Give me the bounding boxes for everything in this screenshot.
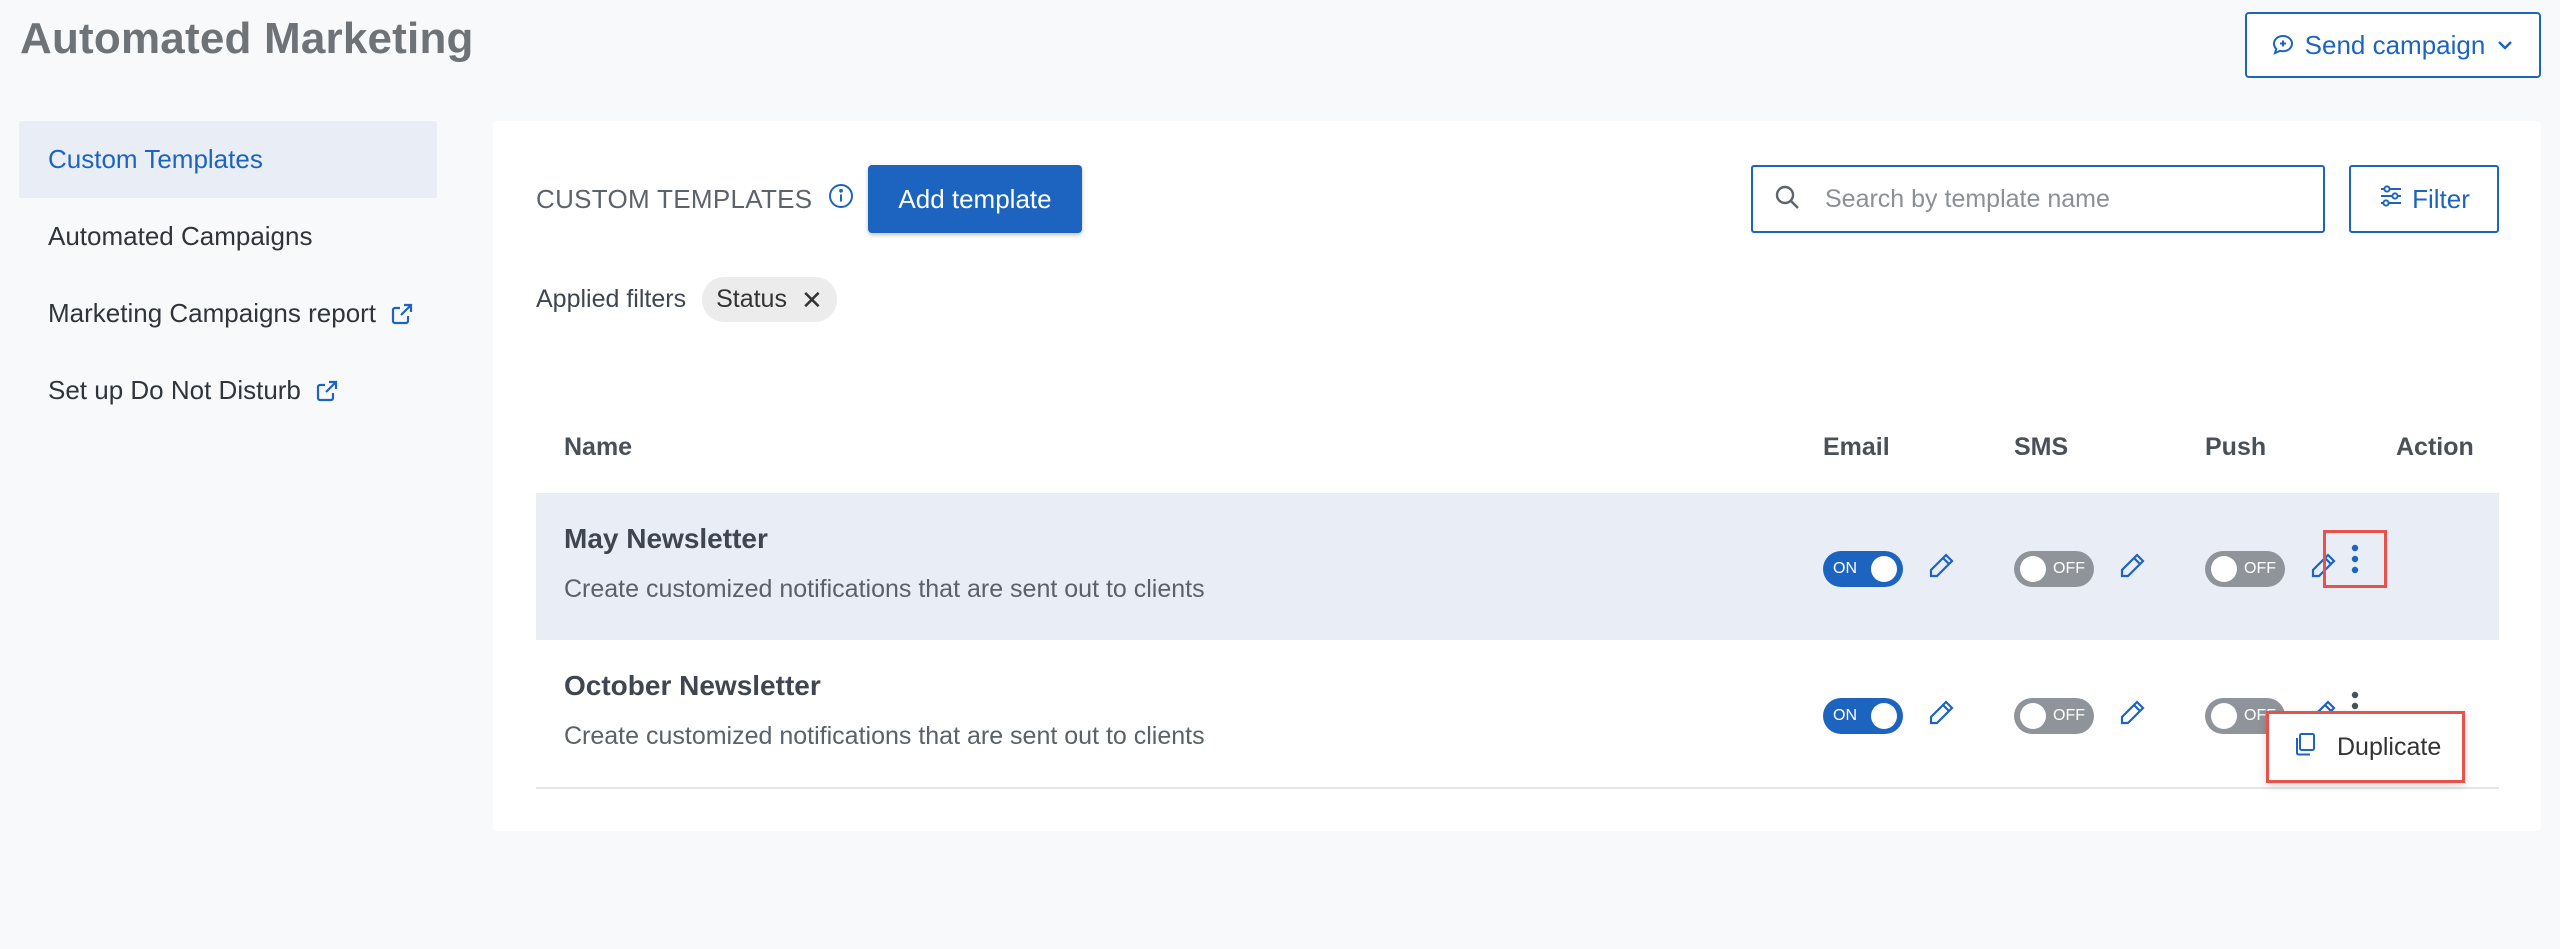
sidebar-item-automated-campaigns[interactable]: Automated Campaigns xyxy=(19,198,437,275)
filter-label: Filter xyxy=(2412,183,2470,214)
sidebar-item-label: Set up Do Not Disturb xyxy=(48,375,301,405)
toggle-label: ON xyxy=(1833,560,1857,577)
sidebar: Custom Templates Automated Campaigns Mar… xyxy=(19,121,437,429)
more-actions-icon[interactable] xyxy=(2323,530,2387,588)
template-name: May Newsletter xyxy=(564,523,768,554)
section-header: CUSTOM TEMPLATES xyxy=(536,183,854,216)
sidebar-item-do-not-disturb[interactable]: Set up Do Not Disturb xyxy=(19,352,437,429)
edit-email-pencil-icon[interactable] xyxy=(1926,551,1956,586)
toggle-label: OFF xyxy=(2053,707,2085,724)
sidebar-item-custom-templates[interactable]: Custom Templates xyxy=(19,121,437,198)
search-field[interactable] xyxy=(1751,165,2325,233)
external-link-icon xyxy=(390,302,414,326)
toggle-label: ON xyxy=(1833,707,1857,724)
template-description: Create customized notifications that are… xyxy=(564,722,1205,750)
column-header-action: Action xyxy=(2396,433,2474,461)
table-row[interactable]: May Newsletter Create customized notific… xyxy=(536,493,2499,640)
column-header-push: Push xyxy=(2205,433,2267,461)
external-link-icon xyxy=(315,379,339,403)
column-header-email: Email xyxy=(1823,433,1890,461)
divider xyxy=(536,787,2499,789)
send-campaign-button[interactable]: Send campaign xyxy=(2245,12,2541,78)
sidebar-item-marketing-campaigns-report[interactable]: Marketing Campaigns report xyxy=(19,275,437,352)
edit-sms-pencil-icon[interactable] xyxy=(2117,551,2147,586)
sidebar-item-label: Marketing Campaigns report xyxy=(48,298,377,328)
page-title: Automated Marketing xyxy=(20,14,474,63)
email-toggle[interactable]: ON xyxy=(1823,551,1903,587)
send-campaign-label: Send campaign xyxy=(2304,29,2486,60)
section-title: CUSTOM TEMPLATES xyxy=(536,184,813,214)
add-template-button[interactable]: Add template xyxy=(868,165,1082,233)
sliders-icon xyxy=(2378,183,2404,216)
search-icon xyxy=(1773,183,1801,216)
edit-email-pencil-icon[interactable] xyxy=(1926,698,1956,733)
search-input[interactable] xyxy=(1823,183,2297,215)
template-description: Create customized notifications that are… xyxy=(564,575,1205,603)
info-icon[interactable] xyxy=(828,183,854,216)
edit-sms-pencil-icon[interactable] xyxy=(2117,698,2147,733)
sidebar-item-label: Automated Campaigns xyxy=(48,221,313,251)
table-row[interactable]: October Newsletter Create customized not… xyxy=(536,640,2499,787)
column-header-name: Name xyxy=(564,433,633,461)
applied-filters-label: Applied filters xyxy=(536,285,687,313)
applied-filters: Applied filters Status ✕ xyxy=(536,277,837,322)
sms-toggle[interactable]: OFF xyxy=(2014,551,2094,587)
templates-card: CUSTOM TEMPLATES Add template Filter App… xyxy=(493,121,2541,831)
filter-chip-status: Status ✕ xyxy=(702,277,837,322)
close-icon[interactable]: ✕ xyxy=(801,287,823,313)
duplicate-menu-item[interactable]: Duplicate xyxy=(2266,711,2465,783)
column-header-sms: SMS xyxy=(2014,433,2069,461)
filter-button[interactable]: Filter xyxy=(2349,165,2499,233)
sidebar-item-label: Custom Templates xyxy=(48,144,263,174)
push-toggle[interactable]: OFF xyxy=(2205,551,2285,587)
menu-item-label: Duplicate xyxy=(2337,732,2442,761)
toggle-label: OFF xyxy=(2244,560,2276,577)
chat-plus-icon xyxy=(2271,33,2295,57)
sms-toggle[interactable]: OFF xyxy=(2014,698,2094,734)
copy-icon xyxy=(2291,730,2319,765)
chevron-down-icon xyxy=(2495,35,2515,55)
filter-chip-label: Status xyxy=(716,285,787,313)
toggle-label: OFF xyxy=(2053,560,2085,577)
template-name: October Newsletter xyxy=(564,670,821,701)
email-toggle[interactable]: ON xyxy=(1823,698,1903,734)
